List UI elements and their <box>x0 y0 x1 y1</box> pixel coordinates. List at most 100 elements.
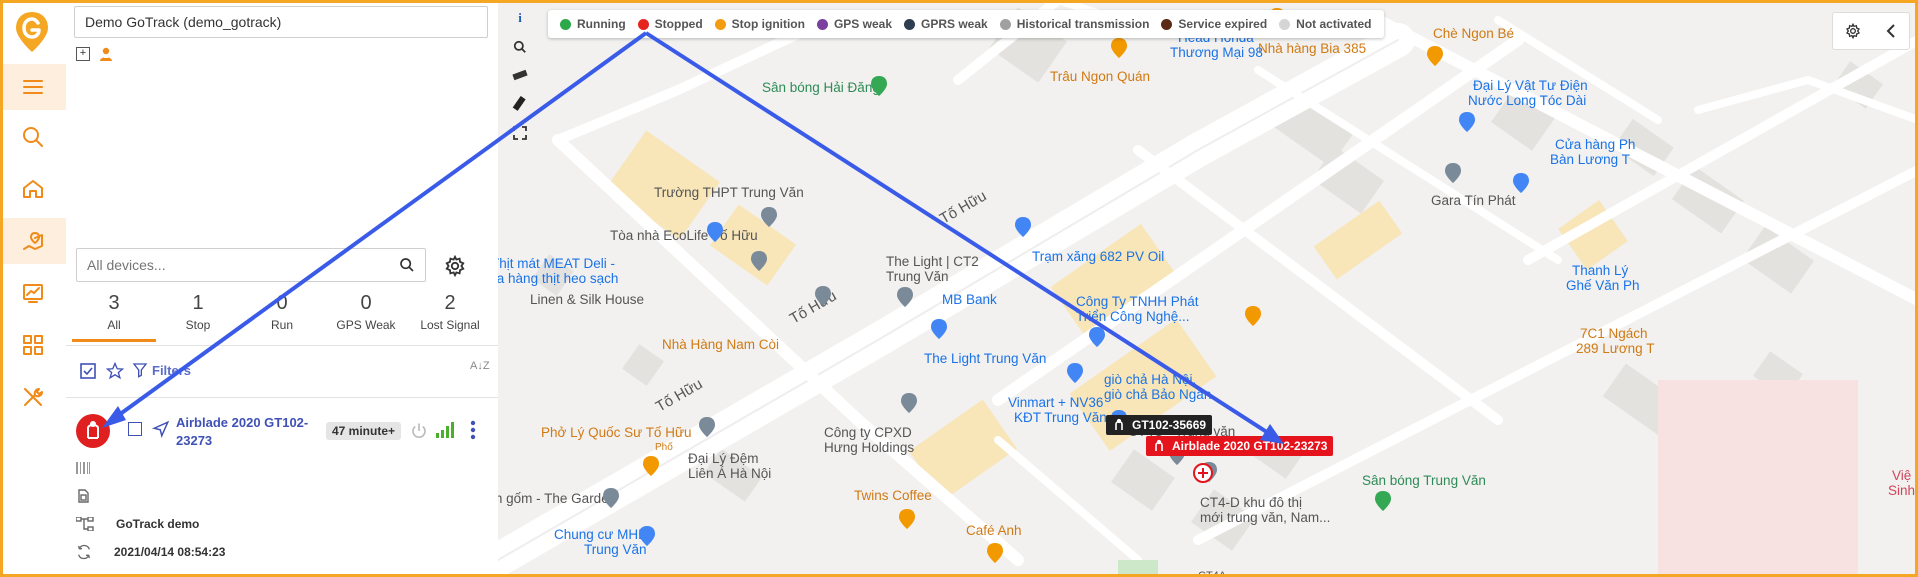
map-label[interactable]: Nước Long Tóc Dài <box>1468 93 1586 109</box>
place-pin-icon[interactable] <box>750 250 768 272</box>
nav-search[interactable] <box>0 114 66 160</box>
zoom-search-icon[interactable] <box>513 40 527 54</box>
vehicle-location-icon[interactable] <box>1192 462 1214 484</box>
map-label[interactable]: Linen & Silk House <box>530 292 644 308</box>
map-label[interactable]: Sinh Tr <box>1888 483 1918 499</box>
nav-home[interactable] <box>0 166 66 212</box>
map-label[interactable]: Chung cư MHD <box>554 527 648 543</box>
map-label[interactable]: Công ty CPXD <box>824 425 912 441</box>
map-label[interactable]: Gara Tín Phát <box>1431 193 1516 209</box>
place-pin-icon[interactable] <box>1444 162 1462 184</box>
map-label[interactable]: Thương Mại 98 <box>1170 45 1263 61</box>
map-label[interactable]: mới trung văn, Nam... <box>1200 510 1330 526</box>
map-label[interactable]: 289 Lương T <box>1576 341 1654 357</box>
nav-reports[interactable] <box>0 270 66 316</box>
map-label[interactable]: 7C1 Ngách <box>1580 326 1648 342</box>
shop-pin-icon[interactable] <box>1088 326 1106 348</box>
star-icon[interactable] <box>106 362 124 380</box>
map-label[interactable]: KĐT Trung Văn <box>1014 410 1107 426</box>
map-label[interactable]: giò chả Bảo Ngân <box>1104 387 1211 403</box>
cafe-pin-icon[interactable] <box>986 542 1004 564</box>
navigation-arrow-icon[interactable] <box>152 420 170 438</box>
counter-stop[interactable]: 1 Stop <box>156 290 240 342</box>
map-settings-gear-icon[interactable] <box>1845 23 1861 39</box>
device-name[interactable]: Airblade 2020 GT102-23273 <box>176 414 316 450</box>
counter-all[interactable]: 3 All <box>72 290 156 342</box>
place-pin-icon[interactable] <box>698 416 716 438</box>
map-label[interactable]: Công Ty TNHH Phát <box>1076 294 1199 310</box>
restaurant-pin-icon[interactable] <box>1110 37 1128 59</box>
gas-station-pin-icon[interactable] <box>1014 216 1032 238</box>
collapse-chevron-left-icon[interactable] <box>1885 24 1897 38</box>
device-search-input[interactable] <box>85 249 389 281</box>
map-label[interactable]: CT4A <box>1198 568 1226 577</box>
fullscreen-icon[interactable] <box>513 126 527 140</box>
place-pin-icon[interactable] <box>760 206 778 228</box>
select-all-checkbox-icon[interactable] <box>80 363 96 379</box>
map-label[interactable]: Tòa nhà EcoLife Tố Hữu <box>610 228 758 244</box>
place-pin-icon[interactable] <box>814 285 832 307</box>
map-label[interactable]: Liên Á Hà Nội <box>688 466 771 482</box>
bank-pin-icon[interactable] <box>930 318 948 340</box>
park-pin-icon[interactable] <box>1374 490 1392 512</box>
sort-button[interactable]: A↓Z <box>470 360 490 372</box>
filter-icon[interactable] <box>132 362 148 378</box>
map-label[interactable]: Hưng Holdings <box>824 440 914 456</box>
map-label[interactable]: Việ <box>1892 468 1911 484</box>
cafe-pin-icon[interactable] <box>898 508 916 530</box>
map-label[interactable]: Đại Lý Đệm <box>688 451 759 467</box>
counter-gps-weak[interactable]: 0 GPS Weak <box>324 290 408 342</box>
map-label[interactable]: Sân bóng Hải Đăng <box>762 80 880 96</box>
map-label[interactable]: Chè Ngon Bé <box>1433 26 1514 42</box>
map-label[interactable]: Sân bóng Trung Văn <box>1362 473 1486 489</box>
device-checkbox[interactable] <box>128 422 142 436</box>
info-icon[interactable]: i <box>518 10 522 26</box>
map-label[interactable]: Trung Văn <box>886 269 949 285</box>
map-label[interactable]: Ghế Văn Ph <box>1566 278 1640 294</box>
place-pin-icon[interactable] <box>602 487 620 509</box>
search-icon[interactable] <box>399 257 415 273</box>
map-label[interactable]: MB Bank <box>942 292 997 308</box>
settings-gear-icon[interactable] <box>444 255 466 277</box>
pencil-icon[interactable] <box>512 96 528 112</box>
map-label[interactable]: Trạm xăng 682 PV Oil <box>1032 249 1164 265</box>
filters-button[interactable]: Filters <box>152 363 191 378</box>
map-label[interactable]: Twins Coffee <box>854 488 932 504</box>
map-label[interactable]: Vinmart + NV36 <box>1008 395 1103 411</box>
shop-pin-icon[interactable] <box>1458 111 1476 133</box>
counter-run[interactable]: 0 Run <box>240 290 324 342</box>
map-label[interactable]: Trường THPT Trung Văn <box>654 185 804 201</box>
map-label[interactable]: cửa hàng thịt heo sạch <box>498 271 618 287</box>
map-view[interactable]: Sân bóng Hải Đăng Trâu Ngon Quán Head Ho… <box>498 0 1918 577</box>
nav-map[interactable] <box>0 218 66 264</box>
shop-pin-icon[interactable] <box>1512 172 1530 194</box>
map-label[interactable]: Bàn Lương T <box>1550 152 1630 168</box>
place-pin-icon[interactable] <box>900 392 918 414</box>
map-label[interactable]: Café Anh <box>966 523 1022 539</box>
map-label[interactable]: The Light Trung Văn <box>924 351 1046 367</box>
shop-pin-icon[interactable] <box>1066 362 1084 384</box>
map-label[interactable]: Phố <box>655 440 673 456</box>
place-pin-icon[interactable] <box>896 286 914 308</box>
map-label[interactable]: Đại Lý Vật Tư Điện <box>1473 78 1588 94</box>
park-pin-icon[interactable] <box>870 75 888 97</box>
counter-lost-signal[interactable]: 2 Lost Signal <box>408 290 492 342</box>
ruler-icon[interactable] <box>512 68 528 82</box>
map-label[interactable]: Thịt mát MEAT Deli - <box>498 256 615 272</box>
map-label[interactable]: giò chả Hà Nội, <box>1104 372 1196 388</box>
menu-button[interactable] <box>0 64 66 110</box>
nav-apps[interactable] <box>0 322 66 368</box>
map-label[interactable]: Trâu Ngon Quán <box>1050 69 1150 85</box>
map-label[interactable]: Triển Công Nghệ... <box>1076 309 1190 325</box>
map-label[interactable]: Nhà hàng Bia 385 <box>1258 41 1366 57</box>
map-label[interactable]: Cửa hàng Ph <box>1555 137 1635 153</box>
more-vertical-icon[interactable] <box>470 420 476 440</box>
restaurant-pin-icon[interactable] <box>642 455 660 477</box>
map-label[interactable]: The Light | CT2 <box>886 254 979 270</box>
shop-pin-icon[interactable] <box>638 525 656 547</box>
vehicle-marker-label[interactable]: Airblade 2020 GT102-23273 <box>1146 436 1334 456</box>
restaurant-pin-icon[interactable] <box>1244 305 1262 327</box>
vehicle-marker-label[interactable]: GT102-35669 <box>1106 415 1213 435</box>
map-label[interactable]: Nhà Hàng Nam Còi <box>662 337 779 353</box>
map-label[interactable]: Phở Lý Quốc Sư Tố Hữu <box>541 425 692 441</box>
